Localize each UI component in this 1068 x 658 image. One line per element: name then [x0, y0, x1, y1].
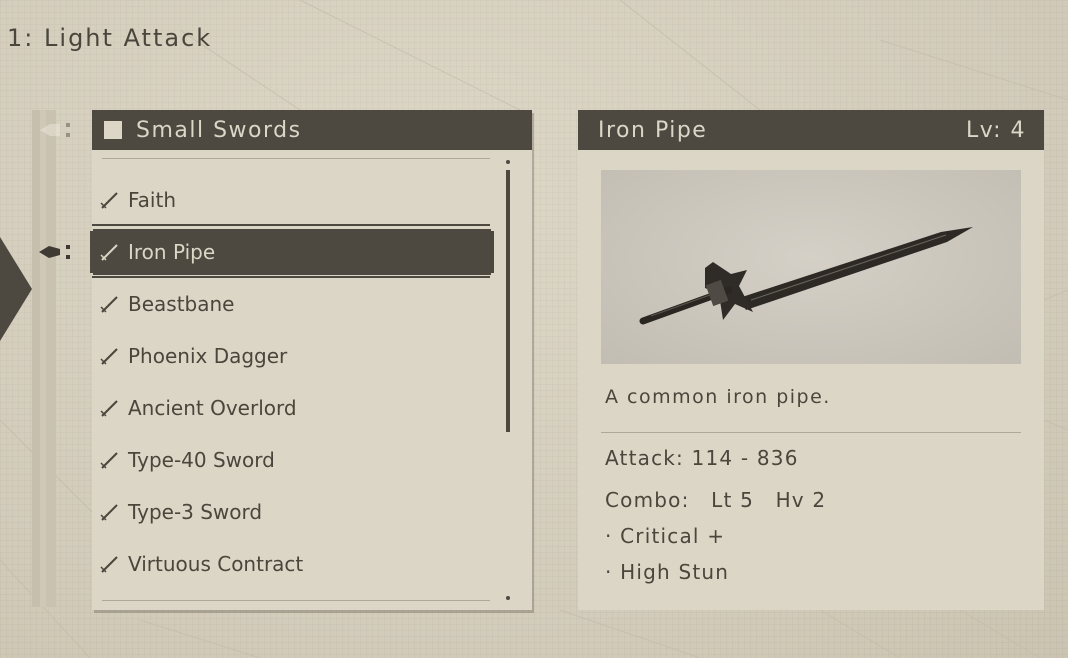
- weapon-item-label: Type-40 Sword: [128, 448, 275, 472]
- combo-prefix: Combo:: [605, 488, 690, 512]
- weapon-item-virtuous-contract[interactable]: Virtuous Contract: [92, 538, 492, 590]
- weapon-item-beastbane[interactable]: Beastbane: [92, 278, 492, 330]
- cursor-marker-icon: [39, 245, 70, 259]
- scroll-bottom-dot: [506, 596, 510, 600]
- sword-icon: [100, 452, 118, 469]
- sword-icon: [100, 244, 118, 261]
- scroll-top-dot: [506, 160, 510, 164]
- sword-icon: [100, 296, 118, 313]
- sword-icon: [100, 192, 118, 209]
- set-marker-icon: [40, 123, 70, 137]
- sword-icon: [100, 348, 118, 365]
- list-divider-top: [102, 158, 490, 159]
- detail-header: Iron Pipe Lv: 4: [578, 110, 1044, 150]
- weapon-item-label: Phoenix Dagger: [128, 344, 288, 368]
- weapon-item-faith[interactable]: Faith: [92, 174, 492, 226]
- left-arrow-icon: [0, 237, 32, 341]
- weapon-item-label: Beastbane: [128, 292, 235, 316]
- scrollbar-thumb[interactable]: [506, 170, 510, 432]
- weapon-detail-panel: Iron Pipe Lv: 4 A common iron pipe. Atta…: [578, 110, 1044, 610]
- page-title: t 1: Light Attack: [0, 24, 213, 52]
- detail-divider: [601, 432, 1021, 433]
- iron-pipe-sword-image: [639, 227, 973, 325]
- sword-icon: [100, 556, 118, 573]
- weapon-item-iron-pipe[interactable]: Iron Pipe: [90, 226, 494, 278]
- category-label: Small Swords: [136, 117, 302, 143]
- category-header: Small Swords: [92, 110, 532, 150]
- weapon-item-label: Faith: [128, 188, 176, 212]
- weapon-item-ancient-overlord[interactable]: Ancient Overlord: [92, 382, 492, 434]
- weapon-item-type-3-sword[interactable]: Type-3 Sword: [92, 486, 492, 538]
- weapon-item-label: Type-3 Sword: [128, 500, 263, 524]
- weapon-description: A common iron pipe.: [605, 386, 831, 408]
- trait-critical: · Critical +: [605, 524, 726, 548]
- weapon-list-panel: Small Swords Faith Iron Pipe Beastbane P…: [90, 110, 532, 610]
- sword-icon: [100, 504, 118, 521]
- sword-icon: [100, 400, 118, 417]
- attack-stat: Attack: 114 - 836: [605, 446, 799, 470]
- weapon-item-label: Iron Pipe: [128, 240, 216, 264]
- combo-stat: Combo: Lt 5 Hv 2: [605, 488, 826, 512]
- weapon-item-label: Virtuous Contract: [128, 552, 304, 576]
- list-divider-bottom: [102, 600, 490, 601]
- combo-light: Lt 5: [711, 488, 754, 512]
- selection-line-bottom: [92, 276, 490, 278]
- combo-heavy: Hv 2: [775, 488, 827, 512]
- category-square-icon: [104, 121, 122, 139]
- selection-line-top: [92, 224, 490, 226]
- weapon-image: [601, 170, 1021, 364]
- weapon-item-type-40-sword[interactable]: Type-40 Sword: [92, 434, 492, 486]
- weapon-item-phoenix-dagger[interactable]: Phoenix Dagger: [92, 330, 492, 382]
- weapon-name: Iron Pipe: [598, 117, 708, 143]
- side-rail: [32, 110, 56, 607]
- weapon-level: Lv: 4: [966, 117, 1026, 143]
- weapon-item-label: Ancient Overlord: [128, 396, 297, 420]
- trait-high-stun: · High Stun: [605, 560, 730, 584]
- weapon-list: Faith Iron Pipe Beastbane Phoenix Dagger…: [90, 174, 494, 590]
